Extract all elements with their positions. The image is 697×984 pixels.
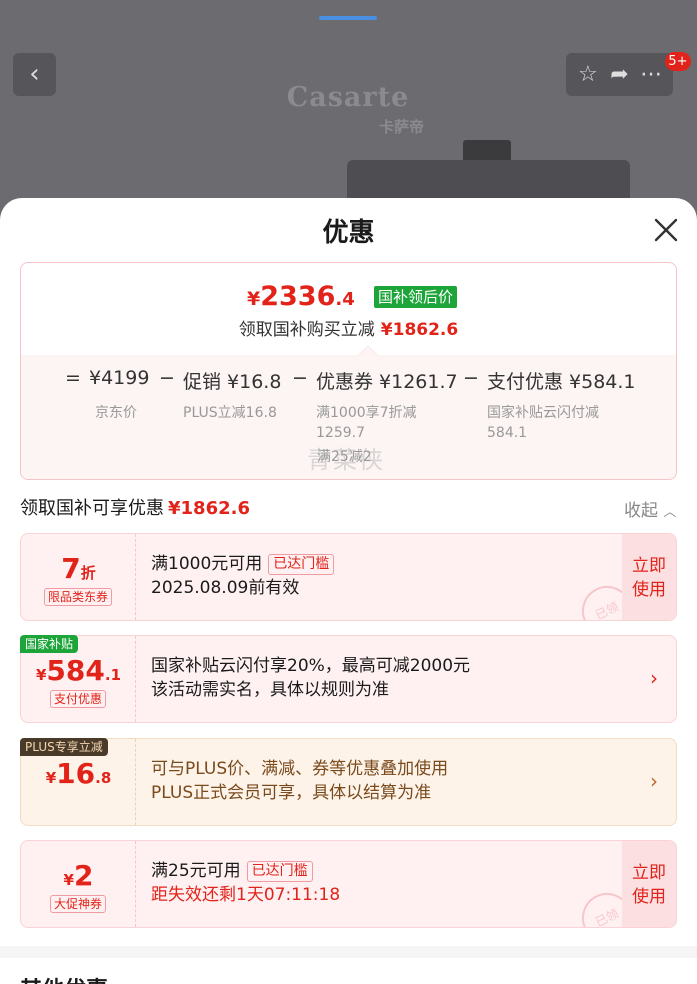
subsidy-price-tag: 国补领后价: [374, 286, 458, 308]
formula-eq: =: [65, 367, 81, 389]
brand-logo: Casarte: [286, 82, 410, 113]
product-page-background: ‹ Casarte 卡萨帝 ☆ ➦ ⋯ 5+: [0, 0, 697, 230]
chevron-up-icon: ︿: [663, 505, 677, 520]
subsidy-subline: 领取国补购买立减 ¥1862.6: [21, 315, 676, 340]
use-now-label-2: 使用: [632, 887, 666, 907]
coupon-amount: ¥584.1: [21, 654, 136, 687]
coupon-condition: 满25元可用: [151, 861, 241, 881]
use-now-button[interactable]: 立即 使用: [622, 534, 676, 620]
price-formula: = ¥4199 京东价 − 促销 ¥16.8 PLUS立减16.8 − 优惠券 …: [21, 345, 676, 479]
coupon-rule: 该活动需实名，具体以规则为准: [151, 680, 389, 700]
coupon-value: 7折 限品类东券: [21, 534, 136, 620]
formula-base-price: ¥4199: [89, 367, 150, 389]
plus-exclusive-tag: PLUS专享立减: [20, 738, 108, 756]
collapse-button[interactable]: 收起 ︿: [624, 496, 676, 521]
formula-minus-1: −: [159, 367, 175, 389]
threshold-badge: 已达门槛: [246, 861, 313, 882]
coupon-condition: 可与PLUS价、满减、券等优惠叠加使用: [151, 759, 449, 779]
formula-coupon-note: 满1000享7折减 1259.7: [316, 403, 417, 443]
more-icon[interactable]: ⋯: [637, 53, 665, 96]
coupon-condition: 满1000元可用: [151, 554, 263, 574]
coupon-amount-suffix: 折: [80, 564, 96, 582]
coupon-value: ¥2 大促神券: [21, 841, 136, 927]
discount-sheet: 优惠 ¥2336.4 国补领后价 领取国补购买立减 ¥1862.6 = ¥4199…: [0, 198, 697, 984]
price-summary: ¥2336.4 国补领后价 领取国补购买立减 ¥1862.6: [21, 263, 676, 355]
coupon-type-label: 限品类东券: [43, 588, 113, 606]
coupon-amount-number: 2: [73, 859, 94, 892]
coupon-details: 国家补贴云闪付享20%，最高可减2000元 该活动需实名，具体以规则为准: [151, 654, 470, 702]
subline-value: ¥1862.6: [380, 320, 459, 340]
coupon-card-discount[interactable]: 7折 限品类东券 满1000元可用 已达门槛 2025.08.09前有效 已领 立…: [20, 533, 677, 621]
final-price-int: 2336: [260, 281, 336, 312]
coupon-card-payment[interactable]: ¥584.1 支付优惠 国家补贴云闪付享20%，最高可减2000元 该活动需实名…: [20, 635, 677, 723]
coupon-type-label: 支付优惠: [49, 690, 107, 708]
pay-note-line-2: 584.1: [487, 425, 528, 441]
share-icon[interactable]: ➦: [605, 53, 633, 96]
coupon-note-line-3: 满25减2: [317, 449, 372, 465]
coupon-currency: ¥: [45, 769, 57, 787]
coupon-validity: 2025.08.09前有效: [151, 578, 300, 598]
threshold-badge: 已达门槛: [268, 554, 335, 575]
coupon-rule: PLUS正式会员可享，具体以结算为准: [151, 783, 432, 803]
drag-handle[interactable]: [319, 16, 377, 20]
subline-label: 领取国补购买立减: [238, 320, 375, 340]
collapse-label: 收起: [624, 501, 658, 521]
other-discounts-title: 其他优惠: [20, 972, 108, 984]
section-title-value: ¥1862.6: [168, 498, 250, 519]
coupon-amount-number: 584: [46, 654, 105, 687]
formula-pay-note: 国家补贴云闪付减 584.1: [487, 403, 599, 443]
coupon-amount: ¥2: [21, 859, 136, 892]
chevron-right-icon[interactable]: ›: [650, 666, 658, 690]
use-now-label-1: 立即: [632, 863, 666, 883]
coupon-amount-suffix: .8: [95, 769, 112, 787]
pay-note-line-1: 国家补贴云闪付减: [487, 405, 599, 421]
coupon-currency: ¥: [35, 666, 47, 684]
subsidy-section-title: 领取国补可享优惠 ¥1862.6: [20, 494, 250, 520]
coupon-condition: 国家补贴云闪付享20%，最高可减2000元: [151, 656, 471, 676]
section-title-label: 领取国补可享优惠: [20, 498, 164, 519]
star-icon[interactable]: ☆: [574, 53, 602, 96]
top-toolbar: ☆ ➦ ⋯: [566, 53, 673, 96]
coupon-amount-suffix: .1: [104, 666, 122, 684]
use-now-label-1: 立即: [632, 556, 666, 576]
brand-logo-sub: 卡萨帝: [378, 118, 424, 136]
formula-promo: 促销 ¥16.8: [183, 371, 282, 393]
currency-symbol: ¥: [247, 288, 261, 310]
national-subsidy-tag: 国家补贴: [20, 635, 79, 653]
coupon-countdown: 距失效还剩1天07:11:18: [151, 885, 341, 905]
chevron-right-icon[interactable]: ›: [650, 769, 658, 793]
coupon-amount: 7折: [21, 552, 136, 585]
coupon-details: 满1000元可用 已达门槛 2025.08.09前有效: [151, 552, 335, 600]
coupon-amount: ¥16.8: [21, 757, 136, 790]
coupon-currency: ¥: [63, 871, 74, 889]
price-breakdown-card: ¥2336.4 国补领后价 领取国补购买立减 ¥1862.6 = ¥4199 京东…: [20, 262, 677, 480]
back-button[interactable]: ‹: [13, 53, 56, 96]
sheet-title: 优惠: [322, 218, 375, 248]
coupon-card-festival[interactable]: ¥2 大促神券 满25元可用 已达门槛 距失效还剩1天07:11:18 已领 立即…: [20, 840, 677, 928]
formula-minus-2: −: [292, 367, 308, 389]
formula-promo-note: PLUS立减16.8: [183, 405, 277, 421]
formula-pay: 支付优惠 ¥584.1: [487, 371, 636, 393]
coupon-type-label: 大促神券: [49, 895, 107, 913]
section-divider: [0, 946, 697, 958]
final-price: ¥2336.4: [247, 281, 355, 312]
formula-coupon: 优惠券 ¥1261.7: [316, 371, 458, 393]
formula-base-label: 京东价: [95, 405, 137, 421]
formula-minus-3: −: [463, 367, 479, 389]
final-price-dec: .4: [335, 289, 355, 310]
close-icon[interactable]: [650, 214, 682, 246]
message-count-badge: 5+: [665, 52, 691, 71]
chevron-left-icon: ‹: [29, 59, 40, 89]
coupon-details: 满25元可用 已达门槛 距失效还剩1天07:11:18: [151, 859, 340, 907]
coupon-details: 可与PLUS价、满减、券等优惠叠加使用 PLUS正式会员可享，具体以结算为准: [151, 757, 448, 805]
use-now-label-2: 使用: [632, 580, 666, 600]
coupon-amount-number: 7: [61, 552, 81, 585]
use-now-button[interactable]: 立即 使用: [622, 841, 676, 927]
coupon-amount-number: 16: [56, 757, 96, 790]
coupon-card-plus[interactable]: ¥16.8 可与PLUS价、满减、券等优惠叠加使用 PLUS正式会员可享，具体以…: [20, 738, 677, 826]
coupon-note-line-1: 满1000享7折减: [316, 405, 417, 421]
